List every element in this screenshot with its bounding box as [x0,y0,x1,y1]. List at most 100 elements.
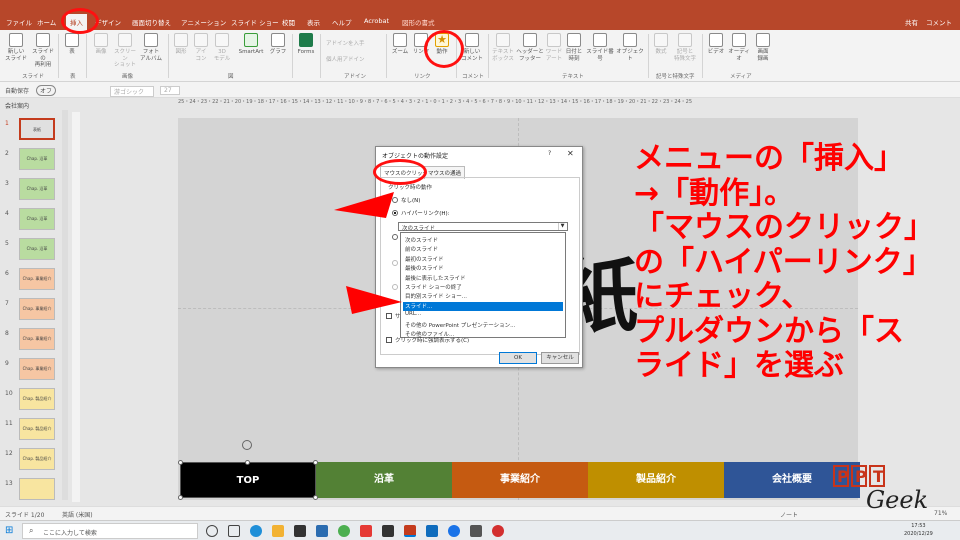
slide-number-button[interactable]: スライド番号 [584,33,616,62]
comment-button[interactable]: コメント [926,17,952,27]
slide-thumbnail[interactable]: Chap. 事業紹介 [19,298,55,320]
radio-hyperlink[interactable]: ハイパーリンク(H): [392,209,450,217]
slide-thumbnail[interactable]: Chap. 事業紹介 [19,268,55,290]
table-button[interactable]: 表 [62,33,82,56]
tab-view[interactable]: 表示 [307,17,320,27]
resize-handle[interactable] [178,460,183,465]
powerpoint-icon[interactable] [404,525,416,537]
language-indicator[interactable]: 英語 (米国) [62,510,93,519]
mail-icon[interactable] [316,525,328,537]
slide-thumbnail[interactable]: Chap. 沿革 [19,178,55,200]
app-icon[interactable] [470,525,482,537]
thumbnail-scrollbar[interactable] [62,110,68,500]
dropdown-option[interactable]: スライド... [403,301,563,311]
windows-start-icon[interactable]: ⊞ [5,525,13,537]
hyperlink-select[interactable]: 次のスライド ▼ [398,222,568,232]
reuse-slide-button[interactable]: スライドの 再利用 [30,33,56,69]
object-button[interactable]: オブジェクト [616,33,644,62]
file-explorer-icon[interactable] [272,525,284,537]
nav-button-history[interactable]: 沿革 [316,462,452,498]
new-slide-button[interactable]: 新しい スライド [4,33,28,62]
notes-button[interactable]: ノート [780,510,798,519]
highlight-click-checkbox[interactable]: クリック時に強調表示する(C) [386,336,469,344]
screenshot-button[interactable]: スクリーン ショット [112,33,138,69]
tab-animations[interactable]: アニメーション [181,17,226,27]
acrobat-icon[interactable] [360,525,372,537]
nav-button-top[interactable]: TOP [180,462,316,498]
slide-thumbnail[interactable]: Chap. 製品紹介 [19,418,55,440]
record-icon[interactable] [492,525,504,537]
get-addins-button[interactable]: アドインを入手 [326,39,365,47]
radio-none[interactable]: なし(N) [392,196,420,204]
slide-thumbnail[interactable] [19,478,55,500]
dropdown-option[interactable]: 最後のスライド [403,264,563,273]
tab-review[interactable]: 校閲 [282,17,295,27]
date-time-button[interactable]: 日付と 時刻 [564,33,584,62]
smartart-button[interactable]: SmartArt [234,33,268,56]
store-icon[interactable] [294,525,306,537]
resize-handle[interactable] [245,460,250,465]
dropdown-option[interactable]: 目的別スライド ショー... [403,292,563,301]
nav-button-business[interactable]: 事業紹介 [452,462,588,498]
tab-shape-format[interactable]: 図形の書式 [402,17,435,27]
resize-handle[interactable] [178,495,183,500]
task-view-icon[interactable] [228,525,240,537]
slide-thumbnail[interactable]: Chap. 沿革 [19,148,55,170]
cancel-button[interactable]: キャンセル [541,352,579,364]
image-button[interactable]: 画像 [90,33,112,56]
tab-transitions[interactable]: 画面切り替え [132,17,171,27]
slide-thumbnail[interactable]: 表紙 [19,118,55,140]
clock[interactable]: 17:53 2020/12/29 [904,523,933,538]
chevron-down-icon[interactable]: ▼ [558,223,566,230]
close-button[interactable]: ✕ [567,149,574,158]
icons-button[interactable]: アイ コン [192,33,210,62]
video-button[interactable]: ビデオ [706,33,726,56]
tab-slideshow[interactable]: スライド ショー [231,17,279,27]
screen-recording-button[interactable]: 画面 録画 [752,33,774,62]
dropdown-option[interactable]: 最初のスライド [403,255,563,264]
edge-icon[interactable] [250,525,262,537]
resize-handle[interactable] [313,460,318,465]
rotate-handle-icon[interactable] [242,440,252,450]
wordart-button[interactable]: ワード アート [544,33,564,62]
tab-acrobat[interactable]: Acrobat [364,17,389,25]
dropdown-option[interactable]: スライド ショーの終了 [403,283,563,292]
autosave-toggle[interactable]: オフ [36,85,57,96]
chrome-icon[interactable] [338,525,350,537]
dropdown-option[interactable]: 最後に表示したスライド [403,274,563,283]
photo-album-button[interactable]: フォト アルバム [138,33,164,62]
dropdown-option[interactable]: その他の PowerPoint プレゼンテーション... [403,321,563,330]
tab-help[interactable]: ヘルプ [332,17,352,27]
zoom-app-icon[interactable] [448,525,460,537]
app-icon[interactable] [382,525,394,537]
equation-button[interactable]: 数式 [652,33,670,56]
taskbar-search-input[interactable]: ⌕ ここに入力して検索 [22,523,198,539]
slide-thumbnail[interactable]: Chap. 製品紹介 [19,448,55,470]
shapes-button[interactable]: 図形 [172,33,190,56]
symbol-button[interactable]: 記号と 特殊文字 [672,33,698,62]
share-button[interactable]: 共有 [905,17,918,27]
font-select[interactable]: 游ゴシック [110,86,154,97]
forms-button[interactable]: Forms [295,33,317,56]
slide-thumbnail[interactable]: Chap. 事業紹介 [19,358,55,380]
dropdown-option[interactable]: URL... [403,311,563,320]
dropdown-option[interactable]: 次のスライド [403,236,563,245]
outlook-icon[interactable] [426,525,438,537]
slide-thumbnail[interactable]: Chap. 事業紹介 [19,328,55,350]
help-button[interactable]: ? [548,150,551,157]
slide-thumbnail[interactable]: Chap. 沿革 [19,238,55,260]
textbox-button[interactable]: テキスト ボックス [490,33,516,62]
resize-handle[interactable] [313,495,318,500]
nav-button-products[interactable]: 製品紹介 [588,462,724,498]
3d-models-button[interactable]: 3D モデル [212,33,232,62]
audio-button[interactable]: オーディオ [726,33,752,62]
ok-button[interactable]: OK [499,352,537,364]
chart-button[interactable]: グラフ [268,33,288,56]
font-size-select[interactable]: 27 [160,86,180,95]
zoom-button[interactable]: ズーム [390,33,410,56]
dropdown-option[interactable]: 前のスライド [403,245,563,254]
slide-thumbnail[interactable]: Chap. 製品紹介 [19,388,55,410]
my-addins-button[interactable]: 個人用アドイン [326,55,365,63]
slide-thumbnail[interactable]: Chap. 沿革 [19,208,55,230]
header-footer-button[interactable]: ヘッダーと フッター [516,33,544,62]
